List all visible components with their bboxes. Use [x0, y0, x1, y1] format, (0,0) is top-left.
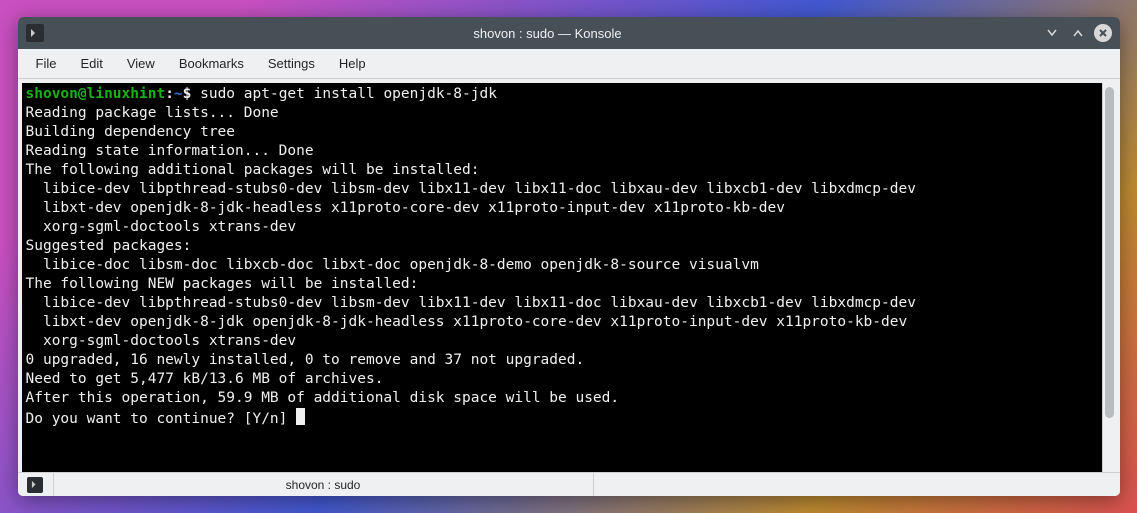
- terminal-line: libice-dev libpthread-stubs0-dev libsm-d…: [26, 295, 916, 311]
- scrollbar-thumb[interactable]: [1105, 87, 1114, 418]
- close-button[interactable]: [1094, 24, 1112, 42]
- menu-view[interactable]: View: [117, 52, 165, 75]
- terminal-line: After this operation, 59.9 MB of additio…: [26, 390, 620, 406]
- terminal-line: Need to get 5,477 kB/13.6 MB of archives…: [26, 371, 384, 387]
- menu-bookmarks[interactable]: Bookmarks: [169, 52, 254, 75]
- terminal-line: libxt-dev openjdk-8-jdk openjdk-8-jdk-he…: [26, 314, 908, 330]
- terminal-line: xorg-sgml-doctools xtrans-dev: [26, 333, 297, 349]
- tabbar: shovon : sudo: [18, 472, 1120, 496]
- menu-help[interactable]: Help: [329, 52, 376, 75]
- terminal-line: xorg-sgml-doctools xtrans-dev: [26, 219, 297, 235]
- terminal-line: Do you want to continue? [Y/n]: [26, 411, 297, 427]
- prompt-colon: :: [165, 86, 174, 102]
- terminal-line: libice-doc libsm-doc libxcb-doc libxt-do…: [26, 257, 759, 273]
- app-icon: [26, 24, 44, 42]
- minimize-button[interactable]: [1042, 23, 1062, 43]
- menu-edit[interactable]: Edit: [70, 52, 112, 75]
- menu-settings[interactable]: Settings: [258, 52, 325, 75]
- menubar: File Edit View Bookmarks Settings Help: [18, 49, 1120, 79]
- prompt-command: sudo apt-get install openjdk-8-jdk: [191, 86, 497, 102]
- window-title: shovon : sudo — Konsole: [54, 26, 1042, 41]
- cursor: [296, 408, 305, 425]
- titlebar[interactable]: shovon : sudo — Konsole: [18, 17, 1120, 49]
- terminal-line: 0 upgraded, 16 newly installed, 0 to rem…: [26, 352, 585, 368]
- terminal-line: libice-dev libpthread-stubs0-dev libsm-d…: [26, 181, 916, 197]
- tab[interactable]: shovon : sudo: [54, 473, 594, 496]
- terminal[interactable]: shovon@linuxhint:~$ sudo apt-get install…: [22, 83, 1102, 472]
- new-tab-button[interactable]: [18, 473, 54, 496]
- tab-label: shovon : sudo: [286, 478, 361, 492]
- terminal-line: Reading state information... Done: [26, 143, 314, 159]
- terminal-line: libxt-dev openjdk-8-jdk-headless x11prot…: [26, 200, 786, 216]
- terminal-line: Building dependency tree: [26, 124, 297, 140]
- terminal-line: The following NEW packages will be insta…: [26, 276, 419, 292]
- konsole-window: shovon : sudo — Konsole File Edit View B…: [18, 17, 1120, 496]
- prompt-path: ~: [174, 86, 183, 102]
- terminal-line: Suggested packages:: [26, 238, 192, 254]
- menu-file[interactable]: File: [26, 52, 67, 75]
- scrollbar[interactable]: [1102, 83, 1116, 472]
- terminal-line: The following additional packages will b…: [26, 162, 480, 178]
- maximize-button[interactable]: [1068, 23, 1088, 43]
- terminal-line: Reading package lists... Done: [26, 105, 279, 121]
- prompt-icon: [27, 477, 43, 493]
- prompt-user-host: shovon@linuxhint: [26, 86, 166, 102]
